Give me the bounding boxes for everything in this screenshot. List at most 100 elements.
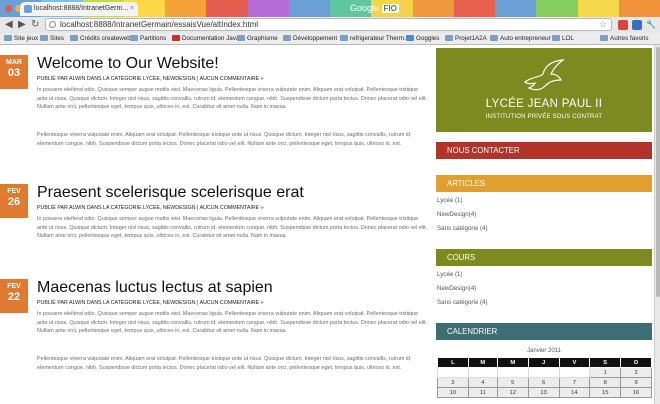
forward-button[interactable]: ▶ — [18, 19, 26, 31]
calendar-day-header: L — [437, 357, 469, 368]
calendar-day-cell[interactable]: 16 — [620, 387, 652, 398]
google-header: Google FIO — [350, 3, 399, 13]
bookmark-item[interactable]: Documentation Java — [172, 34, 239, 43]
page-scrollbar[interactable] — [654, 45, 660, 404]
bookmark-item[interactable]: Développement — [283, 34, 337, 43]
calendar-day-header: S — [589, 357, 622, 368]
post-paragraph: Pellentesque viverra vulputate enim. Ali… — [37, 132, 412, 147]
post-paragraph: In posuere eleifend odio. Quisque semper… — [37, 87, 428, 111]
calendar-day-cell — [496, 367, 529, 378]
page-favicon-icon — [24, 5, 32, 13]
extension-icon[interactable] — [632, 20, 642, 30]
bookmark-item[interactable]: Sites — [40, 34, 64, 43]
cours-item[interactable]: Sans catégorie (4) — [437, 299, 488, 307]
calendar-day-cell — [467, 367, 498, 378]
calendar-day-cell[interactable]: 8 — [589, 377, 622, 388]
bookmark-star-icon[interactable]: ☆ — [599, 19, 607, 30]
articles-item[interactable]: Lycée (1) — [437, 197, 463, 205]
tab-title: localhost:8888/IntranetGerm... — [34, 5, 129, 12]
close-tab-icon[interactable]: × — [130, 2, 134, 16]
post-paragraph: In posuere eleifend odio. Quisque semper… — [37, 311, 428, 335]
calendar-day-header: J — [527, 357, 560, 368]
sidebar: LYCÉE JEAN PAUL II INSTITUTION PRIVÉE SO… — [436, 45, 654, 404]
browser-tab[interactable]: localhost:8888/IntranetGerm... × — [20, 2, 138, 16]
post-date-badge: FEV 26 — [0, 184, 28, 218]
calendar-day-cell[interactable]: 3 — [437, 377, 469, 388]
post-day: 22 — [7, 291, 21, 303]
address-bar[interactable]: localhost:8888/IntranetGermain/essaisVue… — [45, 18, 612, 31]
post-title[interactable]: Welcome to Our Website! — [37, 55, 219, 73]
calendar-day-cell[interactable]: 5 — [496, 377, 529, 388]
extension-icon[interactable] — [618, 20, 628, 30]
school-name: LYCÉE JEAN PAUL II — [485, 98, 603, 110]
calendar-day-cell — [558, 367, 591, 378]
post-meta: PUBLIÉ PAR ALWIN DANS LA CATÉGORIE LYCÉE… — [37, 205, 264, 211]
bookmark-item[interactable]: Partitions — [130, 34, 166, 43]
browser-toolbar: ◀ ▶ ↻ localhost:8888/IntranetGermain/ess… — [0, 17, 660, 33]
bookmark-item[interactable]: Crédits createweb — [70, 34, 131, 43]
calendar-day-cell[interactable]: 14 — [558, 387, 591, 398]
post-date-badge: FEV 22 — [0, 279, 28, 313]
bookmark-item[interactable]: Auto entrepreneur — [490, 34, 551, 43]
cours-item[interactable]: NewDesign(4) — [437, 285, 476, 293]
globe-icon — [49, 21, 56, 28]
post-title[interactable]: Praesent scelerisque scelerisque erat — [37, 184, 304, 202]
calendar-day-cell[interactable]: 4 — [467, 377, 498, 388]
back-button[interactable]: ◀ — [5, 19, 13, 31]
calendar-day-cell — [437, 367, 469, 378]
school-subtitle: INSTITUTION PRIVÉE SOUS CONTRAT — [485, 114, 603, 120]
address-text: localhost:8888/IntranetGermain/essaisVue… — [60, 20, 259, 29]
calendar-day-cell[interactable]: 11 — [467, 387, 498, 398]
post-meta: PUBLIÉ PAR ALWIN DANS LA CATÉGORIE LYCÉE… — [37, 76, 264, 82]
dove-icon — [524, 59, 566, 91]
bookmark-item[interactable]: refrigerateur Therm... — [340, 34, 409, 43]
bookmark-item[interactable]: Site jeux — [4, 34, 38, 43]
google-label: Google — [350, 3, 380, 13]
wrench-icon[interactable]: 🔧 — [646, 19, 656, 31]
calendar-day-cell[interactable]: 12 — [496, 387, 529, 398]
post-month: FEV — [7, 188, 21, 195]
post-paragraph: Pellentesque viverra vulputate enim. Ali… — [37, 356, 412, 371]
bookmark-item[interactable]: Graphisme — [237, 34, 278, 43]
cours-header: COURS — [436, 249, 652, 266]
articles-item[interactable]: NewDesign(4) — [437, 211, 476, 219]
scrollbar-thumb[interactable] — [656, 47, 660, 297]
calendar-day-cell[interactable]: 1 — [589, 367, 622, 378]
bookmarks-bar: Site jeux Sites Crédits createweb Partit… — [0, 33, 660, 45]
bookmark-item[interactable]: Autres favoris — [600, 34, 649, 43]
blog-content: MAR 03 Welcome to Our Website! PUBLIÉ PA… — [0, 45, 432, 404]
post-date-badge: MAR 03 — [0, 55, 28, 89]
post-month: FEV — [7, 283, 21, 290]
post-day: 03 — [7, 67, 21, 79]
calendar-grid: L M M J V S D 1 2 3 4 5 6 7 8 9 10 11 12… — [437, 357, 652, 398]
calendar-day-cell[interactable]: 9 — [620, 377, 652, 388]
calendar-day-cell — [527, 367, 560, 378]
close-window-button[interactable] — [5, 5, 12, 12]
bookmark-item[interactable]: Projet1A2A — [445, 34, 487, 43]
calendar-day-cell[interactable]: 15 — [589, 387, 622, 398]
post-paragraph: In posuere eleifend odio. Quisque semper… — [37, 216, 428, 240]
browser-chrome: localhost:8888/IntranetGerm... × Google … — [0, 0, 660, 45]
calendar-day-cell[interactable]: 13 — [527, 387, 560, 398]
reload-button[interactable]: ↻ — [31, 19, 39, 31]
calendar-day-cell[interactable]: 7 — [558, 377, 591, 388]
articles-header: ARTICLES — [436, 175, 652, 192]
cours-item[interactable]: Lycée (1) — [437, 271, 463, 279]
contact-header[interactable]: NOUS CONTACTER — [436, 142, 652, 159]
calendar-day-header: V — [558, 357, 591, 368]
calendar-header: CALENDRIER — [436, 323, 652, 340]
calendar-day-cell[interactable]: 10 — [437, 387, 469, 398]
articles-item[interactable]: Sans catégorie (4) — [437, 225, 488, 233]
school-logo[interactable]: LYCÉE JEAN PAUL II INSTITUTION PRIVÉE SO… — [436, 48, 652, 132]
bookmark-item[interactable]: LOL — [552, 34, 574, 43]
post-day: 26 — [7, 196, 21, 208]
google-badge: FIO — [381, 4, 399, 13]
calendar-month: Janvier 2011 — [527, 348, 561, 354]
calendar-day-cell[interactable]: 2 — [620, 367, 652, 378]
post-title[interactable]: Maecenas luctus lectus at sapien — [37, 279, 273, 297]
calendar-day-header: M — [467, 357, 498, 368]
page-viewport: MAR 03 Welcome to Our Website! PUBLIÉ PA… — [0, 45, 660, 404]
calendar-day-header: D — [620, 357, 652, 368]
calendar-day-cell[interactable]: 6 — [527, 377, 560, 388]
bookmark-item[interactable]: Goggles — [406, 34, 439, 43]
